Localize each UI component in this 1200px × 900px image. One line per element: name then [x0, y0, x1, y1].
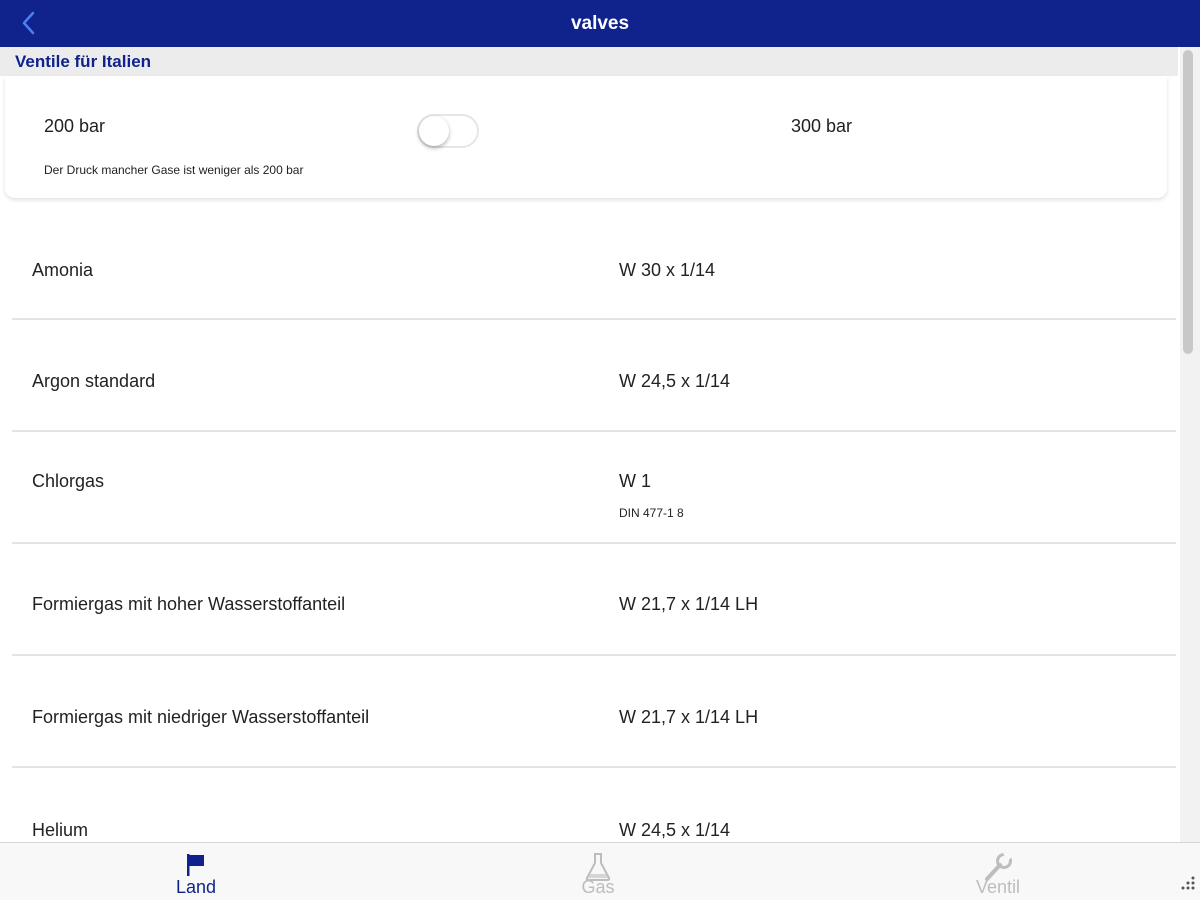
back-button[interactable] [14, 8, 42, 38]
tab-land-label: Land [175, 877, 217, 897]
valve-row-amonia[interactable]: Amonia W 30 x 1/14 [12, 208, 1176, 320]
valve-row-chlorgas[interactable]: Chlorgas W 1 DIN 477-1 8 [12, 432, 1176, 544]
valve-spec: W 1 [619, 471, 652, 491]
valve-row-formiergas-niedrig[interactable]: Formiergas mit niedriger Wasserstoffante… [12, 656, 1176, 768]
pressure-note: Der Druck mancher Gase ist weniger als 2… [44, 163, 304, 177]
valve-row-formiergas-hoch[interactable]: Formiergas mit hoher Wasserstoffanteil W… [12, 544, 1176, 656]
valve-row-helium[interactable]: Helium W 24,5 x 1/14 [12, 768, 1176, 842]
pressure-low-label: 200 bar [44, 116, 106, 136]
valve-spec: W 24,5 x 1/14 [619, 820, 731, 840]
pressure-toggle[interactable] [417, 114, 479, 148]
toggle-knob [419, 116, 449, 146]
valve-row-argon[interactable]: Argon standard W 24,5 x 1/14 [12, 320, 1176, 432]
chevron-left-icon [22, 11, 35, 35]
tab-ventil[interactable]: Ventil [918, 843, 1078, 900]
gas-name: Chlorgas [32, 471, 105, 491]
tab-ventil-label: Ventil [975, 877, 1021, 897]
gas-name: Argon standard [32, 371, 156, 391]
gas-name: Formiergas mit hoher Wasserstoffanteil [32, 594, 346, 614]
section-title: Ventile für Italien [15, 51, 152, 71]
valve-spec: W 30 x 1/14 [619, 260, 716, 280]
gas-name: Amonia [32, 260, 94, 280]
tab-bar: Land Gas Ventil [0, 842, 1200, 900]
scrollbar-thumb[interactable] [1183, 50, 1193, 354]
tab-land[interactable]: Land [116, 843, 276, 900]
tab-gas[interactable]: Gas [518, 843, 678, 900]
pressure-high-label: 300 bar [791, 116, 853, 136]
flag-icon [187, 854, 204, 876]
gas-name: Formiergas mit niedriger Wasserstoffante… [32, 707, 370, 727]
gas-name: Helium [32, 820, 89, 840]
pressure-card: 200 bar 300 bar Der Druck mancher Gase i… [5, 76, 1167, 198]
valve-spec: W 21,7 x 1/14 LH [619, 594, 759, 614]
tab-gas-label: Gas [581, 877, 615, 897]
valve-norm: DIN 477-1 8 [619, 506, 684, 520]
page-title: valves [570, 12, 630, 34]
resize-grip-icon[interactable] [1176, 874, 1196, 896]
valve-spec: W 24,5 x 1/14 [619, 371, 731, 391]
navigation-bar: valves [0, 0, 1200, 47]
valve-spec: W 21,7 x 1/14 LH [619, 707, 759, 727]
section-header: Ventile für Italien [0, 47, 1178, 76]
valve-list: Amonia W 30 x 1/14 Argon standard W 24,5… [0, 208, 1178, 842]
